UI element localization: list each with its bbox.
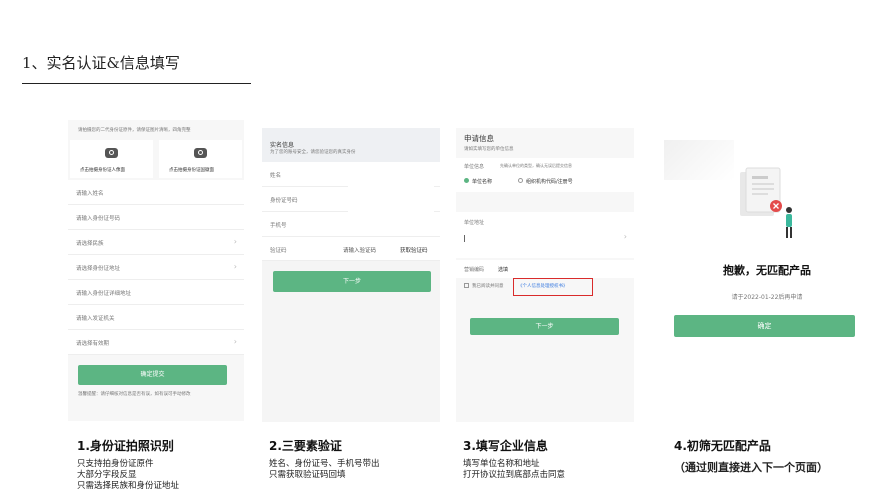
screen-no-match: 抱歉，无匹配产品 请于2022-01-22后再申请 确定: [664, 140, 870, 408]
confirm-button[interactable]: 确定: [674, 315, 855, 337]
id-address-select[interactable]: 请选择身份证地址 ›: [68, 255, 244, 280]
camera-icon: [105, 148, 118, 158]
chevron-right-icon: ›: [233, 262, 237, 271]
chevron-right-icon: ›: [233, 237, 237, 246]
detail-address-field[interactable]: 请输入身份证详细地址: [68, 280, 244, 305]
caption-line: 只支持拍身份证原件: [77, 459, 154, 469]
screen-company-info: 申请信息 请如实填写您的单位信息 单位信息 先确认单位的类型，确认无误后提交信息…: [456, 128, 634, 422]
address-label: 单位地址: [464, 220, 485, 226]
apply-heading: 申请信息: [464, 134, 494, 143]
issuing-authority-field[interactable]: 请输入发证机关: [68, 305, 244, 330]
unit-type-section: 单位信息 先确认单位的类型，确认无误后提交信息 单位名称 组织机构代码/注册号: [456, 158, 634, 192]
page: 1、实名认证&信息填写 请拍摄您的二代身份证原件，请保证图片清晰，四角完整 点击…: [0, 0, 895, 501]
sales-code-label: 营销编码: [464, 267, 485, 273]
id-number-field[interactable]: 请输入身份证号码: [68, 205, 244, 230]
reminder-note: 温馨提醒：请仔细核对信息是否有误，如有误可手动修改: [78, 392, 191, 397]
back-capture-button[interactable]: 点击拍摄身份证国徽面: [159, 140, 242, 178]
option-org-code[interactable]: 组织机构代码/注册号: [526, 178, 573, 185]
radio-selected-icon[interactable]: [464, 178, 469, 183]
screen-three-factor-verify: 实名信息 为了您的账号安全，请您验证您的真实身份 姓名 身份证号码 手机号 验证…: [262, 128, 440, 422]
verify-heading: 实名信息: [270, 142, 295, 149]
caption-line: 打开协议拉到底部点击同意: [463, 470, 566, 480]
chevron-right-icon: ›: [233, 337, 237, 346]
back-capture-label: 点击拍摄身份证国徽面: [169, 168, 214, 173]
caption-title-3: 3.填写企业信息: [463, 439, 548, 453]
next-button[interactable]: 下一步: [273, 271, 431, 292]
get-code-button[interactable]: 获取验证码: [400, 246, 428, 254]
agreement-link[interactable]: 《个人信息处理授权书》: [518, 283, 568, 289]
caption-title-2: 2.三要素验证: [269, 439, 342, 453]
caption-line: 大部分字段反显: [77, 470, 137, 480]
front-capture-button[interactable]: 点击拍摄身份证人像面: [70, 140, 153, 178]
next-button[interactable]: 下一步: [470, 318, 619, 335]
no-match-subtitle: 请于2022-01-22后再申请: [731, 294, 803, 301]
camera-icon: [194, 148, 207, 158]
caption-line: 只需获取验证码回填: [269, 470, 346, 480]
caption-line: 只需选择民族和身份证地址: [77, 481, 180, 491]
unit-label: 单位信息: [464, 164, 485, 170]
title-underline: [22, 83, 251, 84]
verification-code-row: 验证码 请输入验证码 获取验证码: [262, 237, 440, 261]
section-title: 1、实名认证&信息填写: [22, 54, 180, 72]
screen-id-card-capture: 请拍摄您的二代身份证原件，请保证图片清晰，四角完整 点击拍摄身份证人像面 点击拍…: [68, 120, 244, 421]
sales-code-value: 选填: [498, 267, 509, 273]
caption-line: 填写单位名称和地址: [463, 459, 540, 469]
caption-title-1: 1.身份证拍照识别: [77, 439, 174, 453]
no-match-title: 抱歉，无匹配产品: [723, 264, 811, 277]
verify-header: 实名信息 为了您的账号安全，请您验证您的真实身份: [262, 128, 440, 162]
caption-line: 姓名、身份证号、手机号带出: [269, 459, 380, 469]
agree-text: 我已阅读并同意: [472, 284, 504, 289]
text-cursor: [464, 235, 465, 242]
agree-checkbox[interactable]: [464, 283, 469, 288]
chevron-right-icon: ›: [623, 232, 627, 241]
front-capture-label: 点击拍摄身份证人像面: [80, 168, 125, 173]
validity-select[interactable]: 请选择有效期 ›: [68, 330, 244, 355]
apply-subheading: 请如实填写您的单位信息: [464, 147, 514, 152]
ethnicity-select[interactable]: 请选择民族 ›: [68, 230, 244, 255]
caption-title-4: 4.初筛无匹配产品: [674, 439, 771, 453]
name-field[interactable]: 请输入姓名: [68, 180, 244, 205]
capture-note: 请拍摄您的二代身份证原件，请保证图片清晰，四角完整: [78, 128, 191, 133]
unit-note: 先确认单位的类型，确认无误后提交信息: [500, 163, 572, 168]
empty-document-illustration: [734, 166, 804, 246]
address-section[interactable]: 单位地址 ›: [456, 212, 634, 258]
caption-line: （通过则直接进入下一个页面）: [674, 461, 828, 474]
submit-button[interactable]: 确定提交: [78, 365, 227, 385]
verify-subheading: 为了您的账号安全，请您验证您的真实身份: [270, 150, 356, 155]
option-unit-name[interactable]: 单位名称: [472, 178, 492, 185]
radio-empty-icon[interactable]: [518, 178, 523, 183]
autofill-values: [348, 170, 434, 228]
sales-code-row[interactable]: 营销编码 选填: [456, 260, 634, 278]
code-input[interactable]: 请输入验证码: [343, 246, 376, 254]
decor-shape: [664, 140, 734, 180]
